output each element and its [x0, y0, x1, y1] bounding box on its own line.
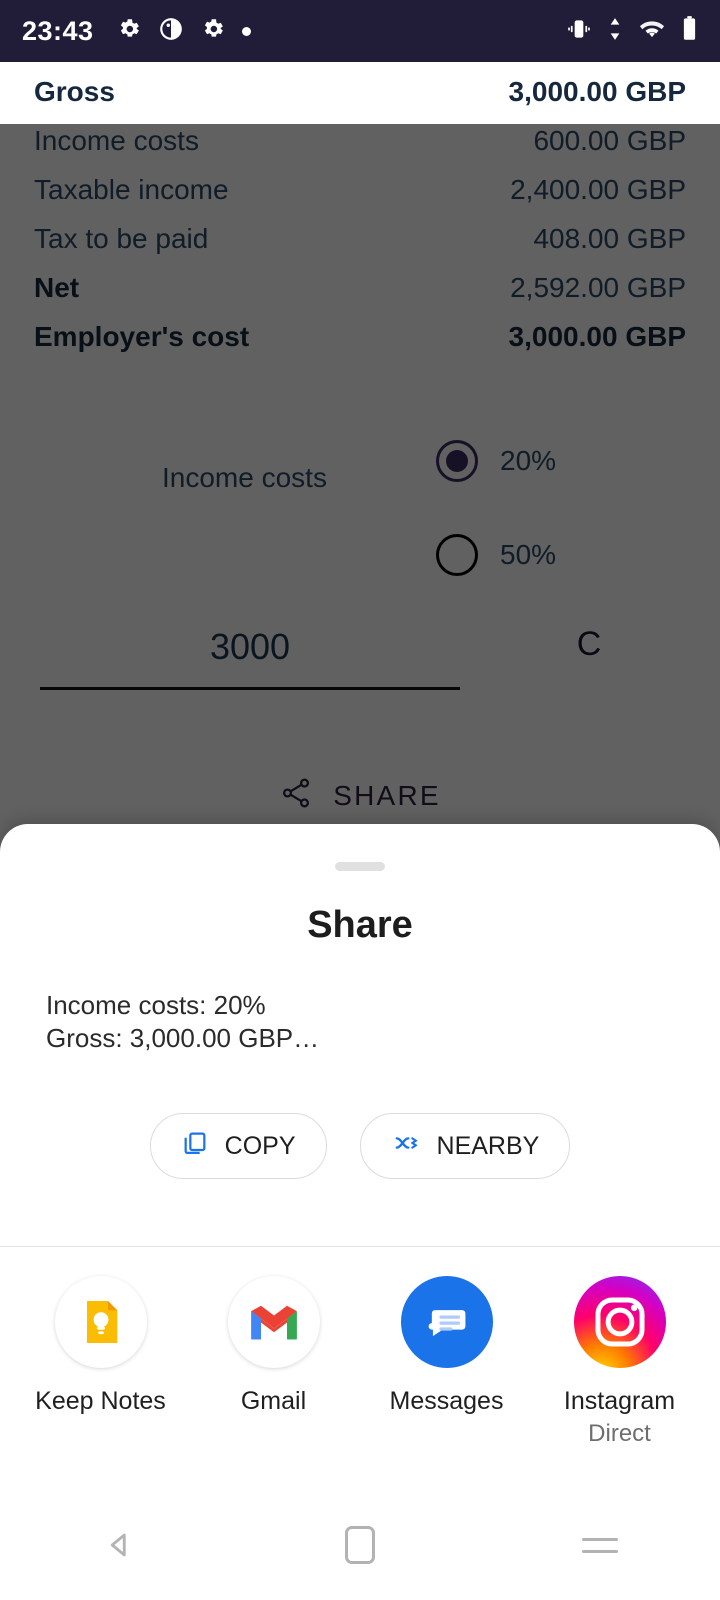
share-target-instagram[interactable]: Instagram Direct	[545, 1276, 695, 1448]
nearby-button-label: NEARBY	[436, 1131, 540, 1160]
income-costs-option-20[interactable]: 20%	[436, 440, 556, 482]
row-label: Tax to be paid	[34, 223, 209, 254]
summary-row-income-costs: Income costs 600.00 GBP	[34, 125, 686, 174]
share-sheet-title: Share	[307, 904, 413, 946]
copy-icon	[181, 1129, 209, 1164]
share-sheet: Share Income costs: 20% Gross: 3,000.00 …	[0, 824, 720, 1524]
recents-menu-icon[interactable]	[555, 1500, 645, 1590]
gmail-icon	[227, 1276, 320, 1368]
sheet-divider	[0, 1246, 720, 1247]
row-label: Employer's cost	[34, 321, 250, 352]
drag-handle[interactable]	[335, 862, 385, 871]
nearby-icon	[391, 1129, 421, 1164]
share-target-label: Messages	[389, 1387, 504, 1415]
data-transfer-icon	[607, 16, 623, 47]
share-target-label: Instagram	[563, 1387, 676, 1415]
summary-row-gross: Gross 3,000.00 GBP	[34, 76, 686, 125]
gear-icon	[200, 16, 226, 47]
system-navigation-bar	[0, 1490, 720, 1600]
share-target-keep-notes[interactable]: Keep Notes	[26, 1276, 176, 1448]
income-costs-option-50[interactable]: 50%	[436, 534, 556, 576]
income-costs-label: Income costs	[162, 462, 327, 493]
share-preview-line-1: Income costs: 20%	[46, 990, 266, 1020]
clear-button[interactable]: C	[504, 608, 674, 680]
row-value: 3,000.00 GBP	[508, 321, 686, 352]
amount-input[interactable]: 3000	[40, 606, 460, 690]
share-preview-line-2: Gross: 3,000.00 GBP…	[46, 1022, 320, 1053]
phone-screen: 23:43 Gross 3,000.00 GBP Income costs 60…	[0, 0, 720, 1600]
row-label: Gross	[34, 76, 115, 107]
share-action-chips: COPY NEARBY	[0, 1113, 720, 1179]
income-costs-selector: Income costs 20% 50%	[34, 418, 686, 578]
status-bar-notification-icons	[116, 16, 251, 47]
amount-input-row: 3000 C	[34, 600, 686, 710]
home-icon[interactable]	[315, 1500, 405, 1590]
summary-row-taxable-income: Taxable income 2,400.00 GBP	[34, 174, 686, 223]
dark-theme-circle-icon	[158, 16, 184, 47]
share-button-label: SHARE	[333, 779, 441, 811]
copy-button[interactable]: COPY	[149, 1113, 327, 1179]
nearby-button[interactable]: NEARBY	[359, 1113, 571, 1179]
status-bar-system-icons	[566, 15, 698, 47]
row-value: 2,400.00 GBP	[510, 174, 686, 205]
share-icon	[279, 776, 313, 815]
row-label: Taxable income	[34, 174, 229, 205]
amount-input-value: 3000	[209, 625, 291, 667]
copy-button-label: COPY	[224, 1131, 296, 1160]
row-value: 2,592.00 GBP	[510, 272, 686, 303]
home-square	[345, 1526, 375, 1564]
share-target-messages[interactable]: Messages	[372, 1276, 522, 1448]
summary-row-tax-to-be-paid: Tax to be paid 408.00 GBP	[34, 223, 686, 272]
radio-button-selected-icon[interactable]	[436, 440, 478, 482]
share-target-app-list: Keep Notes Gmail Messages Instagram Dire…	[0, 1276, 720, 1448]
row-label: Net	[34, 272, 80, 303]
vibrate-icon	[566, 16, 592, 47]
share-target-label: Gmail	[240, 1387, 307, 1415]
row-label: Income costs	[34, 125, 199, 156]
row-value: 600.00 GBP	[533, 125, 686, 156]
status-bar-clock: 23:43	[22, 15, 94, 46]
radio-label: 20%	[500, 445, 557, 476]
radio-button-unselected-icon[interactable]	[436, 534, 478, 576]
keep-notes-icon	[54, 1276, 147, 1368]
status-bar: 23:43	[0, 0, 720, 62]
back-icon[interactable]	[75, 1500, 165, 1590]
summary-row-net: Net 2,592.00 GBP	[34, 272, 686, 321]
summary-row-employers-cost: Employer's cost 3,000.00 GBP	[34, 321, 686, 370]
share-button[interactable]: SHARE	[34, 776, 686, 815]
share-target-sublabel: Direct	[588, 1420, 651, 1447]
battery-icon	[681, 15, 698, 47]
radio-label: 50%	[500, 539, 557, 570]
share-target-label: Keep Notes	[35, 1387, 166, 1415]
hamburger-lines	[582, 1537, 618, 1553]
row-value: 408.00 GBP	[533, 223, 686, 254]
share-preview-text: Income costs: 20% Gross: 3,000.00 GBP…	[46, 989, 666, 1055]
gear-icon	[116, 16, 142, 47]
row-value: 3,000.00 GBP	[508, 76, 686, 107]
share-target-gmail[interactable]: Gmail	[199, 1276, 349, 1448]
wifi-icon	[638, 16, 666, 47]
instagram-icon	[573, 1276, 666, 1368]
dot-icon	[241, 26, 251, 36]
messages-icon	[400, 1276, 493, 1368]
